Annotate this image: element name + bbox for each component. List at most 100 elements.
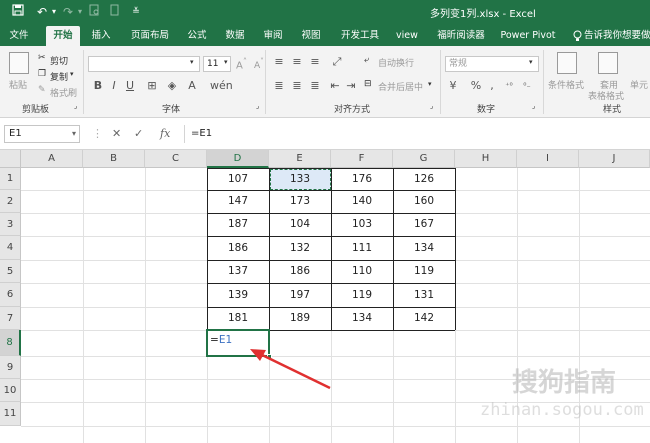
tab-file[interactable]: 文件	[6, 26, 32, 46]
scissors-icon[interactable]: ✂	[38, 53, 46, 63]
table-cell[interactable]: 131	[393, 283, 455, 307]
fill-color-icon[interactable]: ◈	[165, 79, 179, 93]
table-cell[interactable]: 119	[331, 283, 393, 307]
fill-handle[interactable]	[267, 354, 272, 359]
table-cell[interactable]: 137	[207, 260, 269, 283]
row-header-5[interactable]: 5	[0, 260, 21, 283]
tab-view[interactable]: 视图	[298, 26, 324, 46]
decrease-font-icon[interactable]: A˅	[254, 57, 264, 71]
tab-insert[interactable]: 插入	[88, 26, 114, 46]
table-cell[interactable]: 187	[207, 213, 269, 236]
paste-button[interactable]: 粘贴	[9, 78, 27, 91]
align-center-icon[interactable]: ≣	[290, 79, 304, 93]
comma-button[interactable]: ,	[485, 79, 499, 93]
align-left-icon[interactable]: ≣	[272, 79, 286, 93]
decrease-indent-icon[interactable]: ⇤	[328, 79, 342, 93]
align-bottom-icon[interactable]: ≡	[308, 55, 322, 69]
table-cell[interactable]: 134	[331, 307, 393, 330]
row-header-8[interactable]: 8	[0, 330, 21, 356]
italic-button[interactable]: I	[107, 79, 121, 93]
table-cell[interactable]: 133	[269, 168, 331, 190]
column-header-e[interactable]: E	[269, 150, 331, 168]
print-preview-icon[interactable]	[86, 4, 102, 20]
table-cell[interactable]: 142	[393, 307, 455, 330]
table-cell[interactable]: 186	[207, 236, 269, 260]
bold-button[interactable]: B	[91, 79, 105, 93]
row-header-11[interactable]: 11	[0, 402, 21, 426]
copy-button[interactable]: 复制	[50, 70, 68, 83]
align-top-icon[interactable]: ≡	[272, 55, 286, 69]
table-cell[interactable]: 104	[269, 213, 331, 236]
format-painter-button[interactable]: 格式刷	[50, 86, 77, 99]
table-cell[interactable]: 176	[331, 168, 393, 190]
currency-icon[interactable]: ¥	[446, 79, 460, 93]
row-header-10[interactable]: 10	[0, 379, 21, 402]
name-box-dropdown-icon[interactable]: ▾	[72, 126, 76, 142]
format-as-table-label-2[interactable]: 表格格式	[588, 89, 624, 102]
number-launcher-icon[interactable]: ⌟	[532, 102, 535, 110]
tab-formulas[interactable]: 公式	[184, 26, 210, 46]
table-cell[interactable]: 160	[393, 190, 455, 213]
table-cell[interactable]: 132	[269, 236, 331, 260]
row-header-7[interactable]: 7	[0, 307, 21, 330]
cell-styles-button[interactable]: 单元	[630, 78, 648, 91]
increase-indent-icon[interactable]: ⇥	[344, 79, 358, 93]
number-format-dropdown-icon[interactable]: ▾	[529, 58, 533, 66]
copy-icon[interactable]: ❐	[38, 69, 46, 79]
cut-button[interactable]: 剪切	[50, 54, 68, 67]
paste-icon[interactable]	[9, 52, 29, 74]
row-header-1[interactable]: 1	[0, 168, 21, 190]
row-header-6[interactable]: 6	[0, 283, 21, 307]
increase-decimal-icon[interactable]: ⁺⁰	[502, 79, 516, 93]
merge-center-button[interactable]: 合并后居中	[378, 80, 423, 93]
table-cell[interactable]: 134	[393, 236, 455, 260]
table-cell[interactable]: 107	[207, 168, 269, 190]
table-cell[interactable]: 140	[331, 190, 393, 213]
font-launcher-icon[interactable]: ⌟	[256, 102, 259, 110]
select-all-corner[interactable]	[0, 150, 21, 168]
column-header-d[interactable]: D	[207, 150, 269, 168]
tab-view-en[interactable]: view	[394, 26, 420, 46]
format-as-table-icon[interactable]	[598, 52, 618, 74]
number-format-select[interactable]: 常规	[445, 56, 539, 72]
save-icon[interactable]	[10, 4, 26, 20]
table-cell[interactable]: 197	[269, 283, 331, 307]
column-header-i[interactable]: I	[517, 150, 579, 168]
row-header-4[interactable]: 4	[0, 236, 21, 260]
tab-data[interactable]: 数据	[222, 26, 248, 46]
align-right-icon[interactable]: ≣	[308, 79, 322, 93]
table-cell[interactable]: 111	[331, 236, 393, 260]
underline-button[interactable]: U	[123, 79, 137, 93]
tell-me-search[interactable]: 告诉我你想要做什	[584, 26, 650, 46]
column-header-h[interactable]: H	[455, 150, 517, 168]
table-cell[interactable]: 167	[393, 213, 455, 236]
table-cell[interactable]: 119	[393, 260, 455, 283]
lightbulb-icon[interactable]	[570, 26, 584, 46]
decrease-decimal-icon[interactable]: ⁰₋	[520, 79, 534, 93]
table-cell[interactable]: 103	[331, 213, 393, 236]
touch-mode-icon[interactable]	[106, 4, 122, 20]
column-header-a[interactable]: A	[21, 150, 83, 168]
customize-quick-access-icon[interactable]: ≚	[128, 4, 144, 20]
column-header-c[interactable]: C	[145, 150, 207, 168]
insert-function-icon[interactable]: fx	[160, 127, 170, 140]
align-middle-icon[interactable]: ≡	[290, 55, 304, 69]
row-header-2[interactable]: 2	[0, 190, 21, 213]
copy-dropdown-icon[interactable]: ▾	[70, 70, 74, 78]
column-header-j[interactable]: J	[579, 150, 650, 168]
paintbrush-icon[interactable]: ✎	[38, 85, 46, 95]
name-box[interactable]: E1 ▾	[4, 125, 80, 143]
tab-home[interactable]: 开始	[46, 26, 80, 46]
tab-power-pivot[interactable]: Power Pivot	[500, 26, 556, 46]
enter-icon[interactable]: ✓	[134, 127, 143, 140]
table-cell[interactable]: 147	[207, 190, 269, 213]
phonetic-icon[interactable]: wén	[210, 79, 233, 93]
tab-review[interactable]: 审阅	[260, 26, 286, 46]
table-cell[interactable]: 186	[269, 260, 331, 283]
column-header-g[interactable]: G	[393, 150, 455, 168]
column-header-f[interactable]: F	[331, 150, 393, 168]
merge-icon[interactable]: ⊟	[364, 79, 372, 89]
table-cell[interactable]: 189	[269, 307, 331, 330]
worksheet-grid[interactable]: ABCDEFGHIJ 1 2 3 4 5 6 7 8 9 10 11 107 133 176 126 147…	[0, 150, 650, 443]
conditional-format-button[interactable]: 条件格式	[548, 78, 584, 91]
